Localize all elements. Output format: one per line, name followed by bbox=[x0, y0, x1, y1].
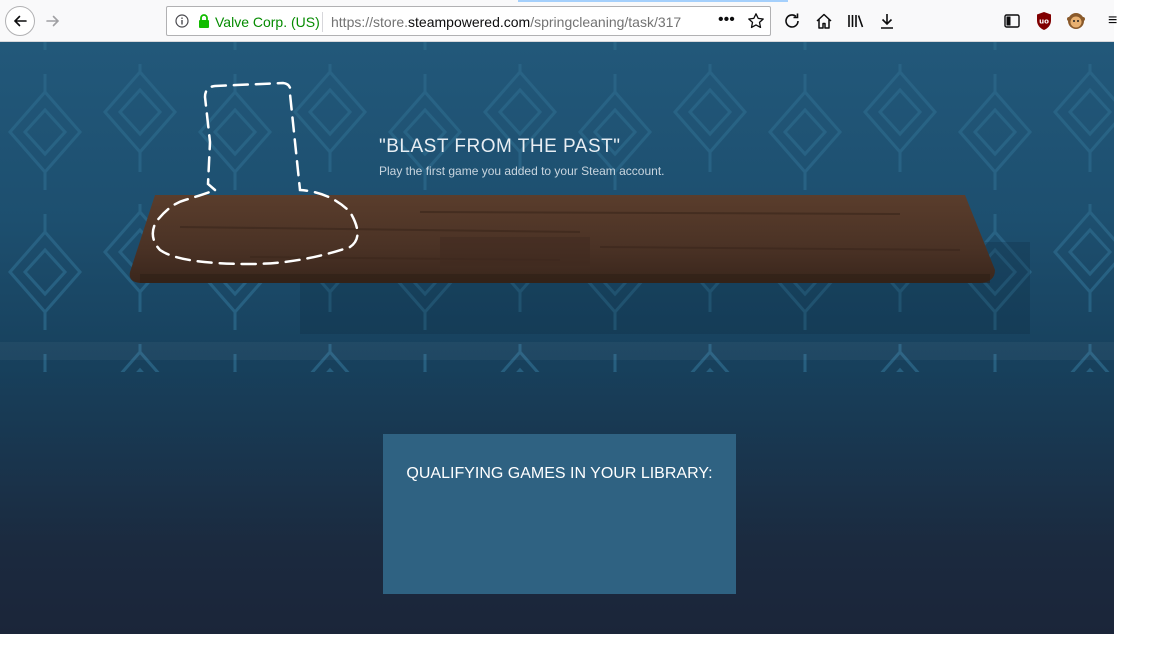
back-button[interactable] bbox=[5, 6, 35, 36]
url-text[interactable]: https://store.steampowered.com/springcle… bbox=[331, 14, 681, 30]
bookmark-star-icon[interactable] bbox=[747, 12, 765, 35]
task-title: "BLAST FROM THE PAST" bbox=[379, 136, 621, 157]
url-host: steampowered.com bbox=[408, 14, 531, 30]
forward-button[interactable] bbox=[38, 6, 68, 36]
library-icon[interactable] bbox=[846, 11, 866, 31]
shelf bbox=[129, 81, 995, 283]
home-icon[interactable] bbox=[814, 11, 834, 31]
arrow-right-icon bbox=[46, 15, 60, 27]
lock-icon[interactable] bbox=[197, 13, 211, 34]
url-separator bbox=[322, 12, 323, 32]
tampermonkey-icon[interactable] bbox=[1066, 11, 1086, 31]
browser-toolbar: Valve Corp. (US) https://store.steampowe… bbox=[0, 0, 1117, 42]
menu-icon[interactable]: ≡ bbox=[1108, 12, 1117, 30]
arrow-left-icon bbox=[13, 15, 27, 27]
download-icon[interactable] bbox=[877, 11, 897, 31]
sidebar-icon[interactable] bbox=[1002, 11, 1022, 31]
floor-line bbox=[0, 342, 1114, 360]
qualifying-games-title: QUALIFYING GAMES IN YOUR LIBRARY: bbox=[406, 465, 713, 482]
url-prefix: https://store. bbox=[331, 14, 409, 30]
qualifying-games-panel: QUALIFYING GAMES IN YOUR LIBRARY: bbox=[383, 434, 736, 594]
page-actions-button[interactable]: ••• bbox=[718, 11, 735, 29]
info-icon[interactable] bbox=[175, 14, 189, 33]
reload-icon[interactable] bbox=[782, 11, 802, 31]
tab-highlight bbox=[518, 0, 788, 2]
url-path: /springcleaning/task/317 bbox=[530, 14, 682, 30]
url-bar[interactable]: Valve Corp. (US) https://store.steampowe… bbox=[166, 6, 771, 36]
ublock-icon[interactable]: uo bbox=[1034, 11, 1054, 31]
task-description: Play the first game you added to your St… bbox=[379, 164, 665, 178]
site-identity[interactable]: Valve Corp. (US) bbox=[215, 14, 320, 30]
page-content: "BLAST FROM THE PAST" Play the first gam… bbox=[0, 42, 1114, 634]
svg-text:uo: uo bbox=[1039, 18, 1049, 26]
